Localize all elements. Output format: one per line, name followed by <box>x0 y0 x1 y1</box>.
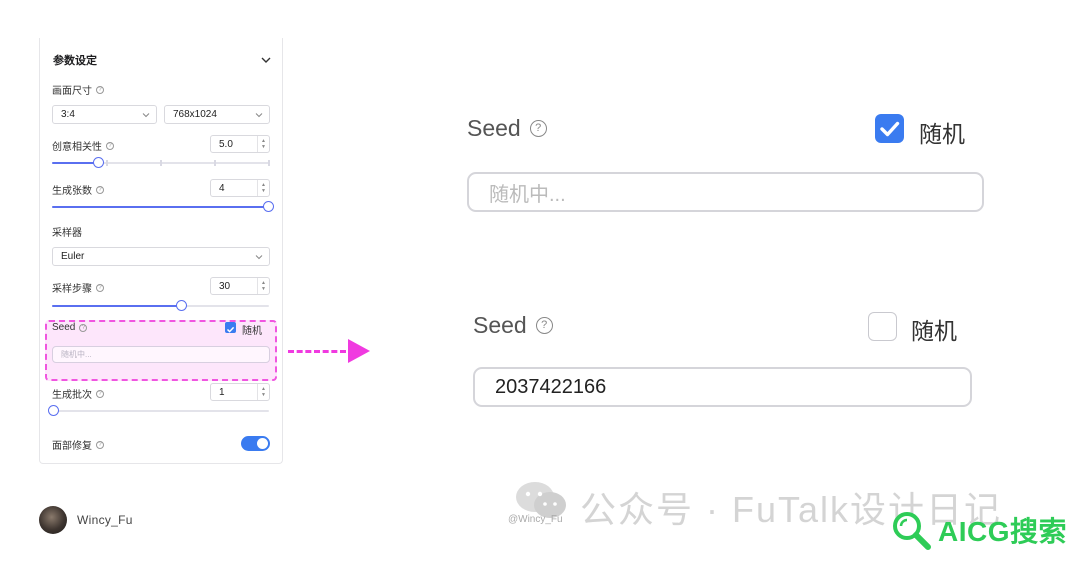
ratio-select[interactable]: 3:4 <box>52 105 157 124</box>
chevron-down-icon <box>142 113 150 118</box>
count-number-input[interactable]: 4 ▲ ▼ <box>210 179 270 197</box>
help-icon[interactable]: ? <box>535 317 553 334</box>
check-icon <box>880 121 900 137</box>
canvas-size-label: 画面尺寸 ? <box>52 82 104 97</box>
help-icon[interactable]: ? <box>96 185 104 194</box>
stepper-icon[interactable]: ▲ ▼ <box>257 384 269 400</box>
face-fix-toggle[interactable] <box>241 436 270 451</box>
seed-random-checkbox[interactable] <box>225 322 236 333</box>
help-icon[interactable]: ? <box>96 283 104 292</box>
check-icon <box>226 326 235 333</box>
chevron-down-icon <box>255 113 263 118</box>
zoom-random-checkbox[interactable] <box>868 312 897 341</box>
resolution-select[interactable]: 768x1024 <box>164 105 270 124</box>
zoom-seed-label: Seed ? <box>467 115 547 142</box>
slider-knob[interactable] <box>93 157 104 168</box>
steps-number-input[interactable]: 30 ▲ ▼ <box>210 277 270 295</box>
zoom-random-label: 随机 <box>911 318 957 344</box>
batch-number-input[interactable]: 1 ▲ ▼ <box>210 383 270 401</box>
zoom-random-checkbox[interactable] <box>875 114 904 143</box>
slider-knob[interactable] <box>176 300 187 311</box>
slider-tick <box>106 160 108 166</box>
seed-random-label: 随机 <box>242 326 262 337</box>
slider-knob[interactable] <box>263 201 274 212</box>
zoom-seed-label: Seed ? <box>473 312 553 339</box>
steps-label: 采样步骤 ? <box>52 280 104 295</box>
slider-fill <box>52 206 269 208</box>
count-slider[interactable] <box>52 201 274 212</box>
chevron-down-icon <box>255 255 263 260</box>
steps-slider[interactable] <box>52 300 269 311</box>
search-icon <box>893 512 931 550</box>
help-icon[interactable]: ? <box>96 440 104 449</box>
author-avatar <box>39 506 67 534</box>
count-label: 生成张数 ? <box>52 182 104 197</box>
aicg-brand-text: AICG搜索 <box>938 516 1068 547</box>
sampler-select[interactable]: Euler <box>52 247 270 266</box>
zoom-seed-input[interactable]: 随机中... <box>467 172 984 212</box>
panel-header[interactable]: 参数设定 <box>53 52 272 68</box>
stepper-icon[interactable]: ▲ ▼ <box>257 180 269 196</box>
help-icon[interactable]: ? <box>96 389 104 398</box>
zoom-random-label: 随机 <box>919 121 965 147</box>
slider-tick <box>160 160 162 166</box>
small-watermark: @Wincy_Fu <box>508 514 563 525</box>
chevron-down-icon[interactable] <box>260 54 272 66</box>
slider-fill <box>52 305 180 307</box>
slider-tick <box>268 160 270 166</box>
pointer-arrow-line <box>288 350 346 353</box>
help-icon[interactable]: ? <box>79 323 88 332</box>
pointer-arrow-icon <box>348 339 370 363</box>
creativity-label: 创意相关性 ? <box>52 138 114 153</box>
panel-title: 参数设定 <box>53 55 97 67</box>
creativity-number-input[interactable]: 5.0 ▲ ▼ <box>210 135 270 153</box>
seed-input[interactable]: 随机中... <box>52 346 270 363</box>
stepper-icon[interactable]: ▲ ▼ <box>257 278 269 294</box>
help-icon[interactable]: ? <box>106 141 114 150</box>
slider-tick <box>214 160 216 166</box>
help-icon[interactable]: ? <box>529 120 547 137</box>
zoom-seed-input[interactable]: 2037422166 <box>473 367 972 407</box>
batch-slider[interactable] <box>48 405 269 416</box>
help-icon[interactable]: ? <box>96 85 104 94</box>
seed-label: Seed ? <box>52 322 88 333</box>
creativity-slider[interactable] <box>52 157 270 168</box>
stepper-icon[interactable]: ▲ ▼ <box>257 136 269 152</box>
slider-knob[interactable] <box>48 405 59 416</box>
sampler-label: 采样器 <box>52 228 82 239</box>
author-name: Wincy_Fu <box>77 513 133 527</box>
batch-label: 生成批次 ? <box>52 386 104 401</box>
face-fix-label: 面部修复 ? <box>52 437 104 452</box>
slider-fill <box>52 162 98 164</box>
